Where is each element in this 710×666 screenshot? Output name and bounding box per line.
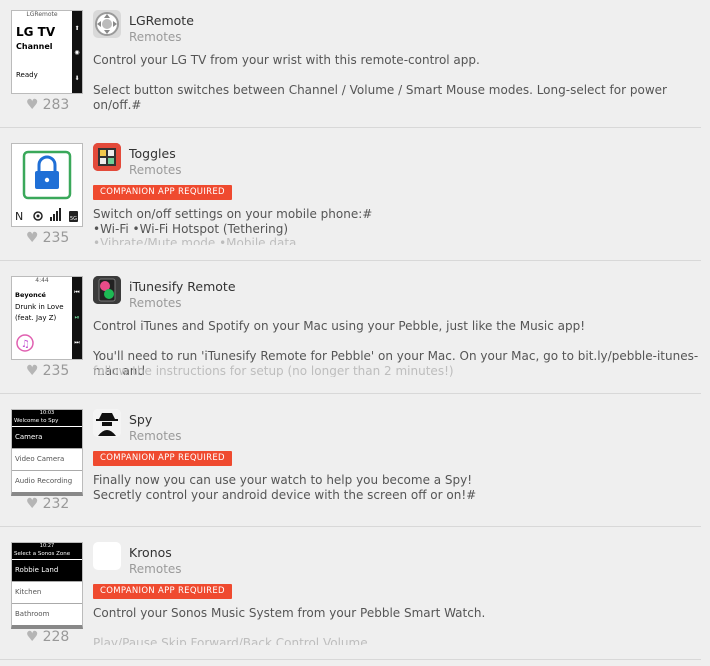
app-title[interactable]: Spy <box>129 412 152 427</box>
heart-icon: ♥ <box>26 97 39 113</box>
app-title[interactable]: Kronos <box>129 545 172 560</box>
app-category[interactable]: Remotes <box>129 30 182 44</box>
heart-icon: ♥ <box>26 363 39 379</box>
like-count-value: 283 <box>42 97 70 113</box>
play-pause-icon: ⏯ <box>74 314 80 321</box>
app-screenshot[interactable]: 10:03 Welcome to Spy Camera Video Camera… <box>11 409 83 496</box>
app-row-lgremote[interactable]: LGRemote LG TV Channel Ready ⬆ ◉ ⬇ ♥ 283 … <box>0 0 701 128</box>
app-screenshot[interactable]: N 5G <box>11 143 83 227</box>
menu-header: Select a Sonos Zone <box>12 549 82 560</box>
app-title[interactable]: Toggles <box>129 146 176 161</box>
svg-text:♫: ♫ <box>21 339 30 350</box>
app-icon-itunesify <box>93 276 121 304</box>
screen-header: LGRemote <box>26 11 58 18</box>
app-title[interactable]: iTunesify Remote <box>129 279 236 294</box>
menu-item: Audio Recording <box>12 471 82 492</box>
menu-header: Welcome to Spy <box>12 416 82 427</box>
app-category[interactable]: Remotes <box>129 429 182 443</box>
down-arrow-icon: ⬇ <box>74 75 80 82</box>
music-note-icon: ♫ <box>16 334 34 352</box>
svg-text:5G: 5G <box>70 216 77 222</box>
screen-time: 4:44 <box>35 277 49 284</box>
app-description-line: Switch on/off settings on your mobile ph… <box>93 207 373 221</box>
heart-icon: ♥ <box>26 629 39 645</box>
up-arrow-icon: ⬆ <box>74 25 80 32</box>
previous-track-icon: ⏮ <box>74 289 80 296</box>
like-count[interactable]: ♥ 235 <box>26 363 69 379</box>
screen-big-text: LG TV <box>16 25 56 39</box>
dpad-icon <box>95 12 119 36</box>
like-count-value: 228 <box>42 629 70 645</box>
app-icon-toggles <box>93 143 121 171</box>
app-description-line: Control iTunes and Spotify on your Mac u… <box>93 319 586 333</box>
screen-artist: Beyoncé <box>15 291 46 299</box>
app-description-line: Secretly control your android device wit… <box>93 488 477 502</box>
app-title[interactable]: LGRemote <box>129 13 194 28</box>
app-row-spy[interactable]: 10:03 Welcome to Spy Camera Video Camera… <box>0 394 701 527</box>
app-description-line: follow the instructions for setup (no lo… <box>93 364 454 377</box>
app-screenshot[interactable]: 4:44 Beyoncé Drunk in Love (feat. Jay Z)… <box>11 276 83 360</box>
app-category[interactable]: Remotes <box>129 163 182 177</box>
app-description-line: Control your Sonos Music System from you… <box>93 606 486 620</box>
like-count[interactable]: ♥ 235 <box>26 230 69 246</box>
app-screenshot[interactable]: LGRemote LG TV Channel Ready ⬆ ◉ ⬇ <box>11 10 83 94</box>
like-count-value: 232 <box>42 496 70 512</box>
like-count[interactable]: ♥ 232 <box>26 496 69 512</box>
companion-app-badge: COMPANION APP REQUIRED <box>93 185 232 200</box>
svg-text:N: N <box>15 210 23 223</box>
app-screenshot[interactable]: 10:27 Select a Sonos Zone Robbie Land Ki… <box>11 542 83 629</box>
heart-icon: ♥ <box>26 230 39 246</box>
screen-status-text: Ready <box>16 71 38 79</box>
lock-screen-graphic: N 5G <box>15 150 78 223</box>
screen-song: Drunk in Love (feat. Jay Z) <box>15 303 64 322</box>
app-row-toggles[interactable]: N 5G ♥ 235 Toggles Remotes COMPANION APP … <box>0 128 701 261</box>
menu-item: Kitchen <box>12 582 82 604</box>
app-row-kronos[interactable]: 10:27 Select a Sonos Zone Robbie Land Ki… <box>0 527 701 660</box>
like-count-value: 235 <box>42 363 70 379</box>
app-icon-gamepad <box>93 10 121 38</box>
app-category[interactable]: Remotes <box>129 562 182 576</box>
like-count[interactable]: ♥ 283 <box>26 97 69 113</box>
spy-icon <box>93 409 121 437</box>
app-description-line: •Vibrate/Mute mode •Mobile data <box>93 236 297 245</box>
app-row-itunesify[interactable]: 4:44 Beyoncé Drunk in Love (feat. Jay Z)… <box>0 261 701 394</box>
companion-app-badge: COMPANION APP REQUIRED <box>93 451 232 466</box>
app-category[interactable]: Remotes <box>129 296 182 310</box>
action-bar: ⬆ ◉ ⬇ <box>72 11 82 93</box>
action-bar: ⏮ ⏯ ⏭ <box>72 277 82 359</box>
menu-item: Robbie Land <box>12 560 82 582</box>
app-icon-kronos <box>93 542 121 570</box>
menu-item: Video Camera <box>12 449 82 471</box>
like-count[interactable]: ♥ 228 <box>26 629 69 645</box>
toggles-icon <box>93 143 121 171</box>
select-icon: ◉ <box>74 49 80 56</box>
app-description-line: Select button switches between Channel /… <box>93 83 667 112</box>
itunesify-icon <box>93 276 121 304</box>
like-count-value: 235 <box>42 230 70 246</box>
app-description-line: Control your LG TV from your wrist with … <box>93 53 480 67</box>
heart-icon: ♥ <box>26 496 39 512</box>
screen-sub-text: Channel <box>16 42 53 51</box>
app-description-line: Finally now you can use your watch to he… <box>93 473 473 487</box>
app-description-line: Play/Pause Skip Forward/Back Control Vol… <box>93 636 368 645</box>
companion-app-badge: COMPANION APP REQUIRED <box>93 584 232 599</box>
app-description-line: •Wi-Fi •Wi-Fi Hotspot (Tethering) <box>93 222 289 236</box>
menu-item: Bathroom <box>12 604 82 625</box>
app-icon-spy <box>93 409 121 437</box>
next-track-icon: ⏭ <box>74 339 80 346</box>
menu-item: Camera <box>12 427 82 449</box>
